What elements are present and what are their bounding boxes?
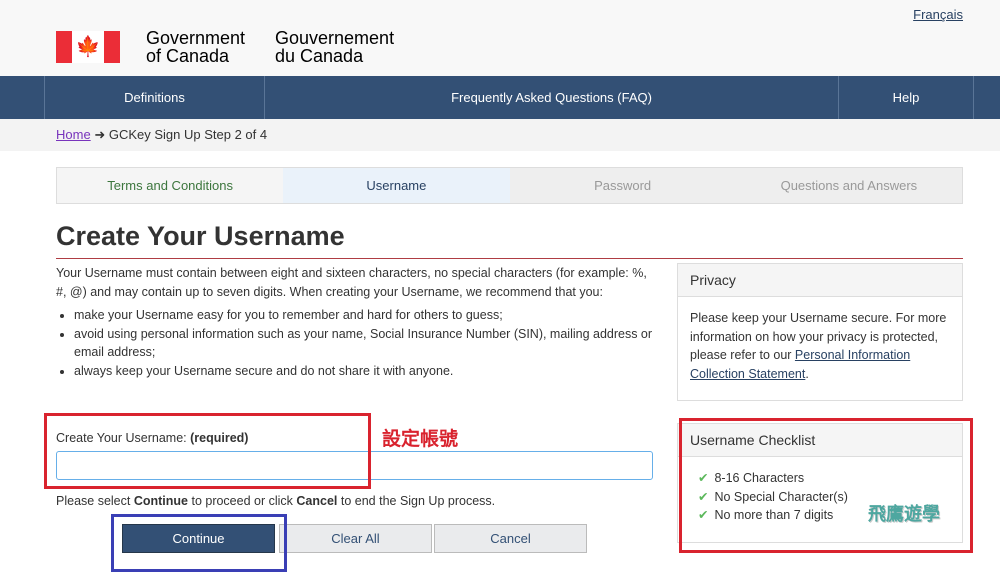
step-password: Password [594, 178, 652, 193]
annotation-box-red [44, 413, 371, 489]
instruction-note: Please select Continue to proceed or cli… [56, 494, 496, 508]
nav-help[interactable]: Help [838, 76, 974, 119]
privacy-heading: Privacy [678, 264, 962, 297]
breadcrumb-home[interactable]: Home [56, 127, 91, 142]
nav-faq[interactable]: Frequently Asked Questions (FAQ) [264, 76, 838, 119]
intro: Your Username must contain between eight… [56, 264, 656, 380]
cancel-button[interactable]: Cancel [434, 524, 587, 553]
list-item: avoid using personal information such as… [74, 325, 656, 362]
progress-steps: Terms and Conditions Username Password Q… [56, 167, 963, 204]
list-item: always keep your Username secure and do … [74, 362, 656, 381]
list-item: make your Username easy for you to remem… [74, 306, 656, 325]
page-title: Create Your Username [56, 221, 963, 259]
privacy-panel: Privacy Please keep your Username secure… [677, 263, 963, 401]
step-username: Username [283, 168, 510, 203]
step-questions: Questions and Answers [780, 178, 918, 193]
breadcrumb-current: GCKey Sign Up Step 2 of 4 [108, 127, 268, 142]
arrow-icon: ➜ [94, 127, 106, 142]
clear-all-button[interactable]: Clear All [279, 524, 432, 553]
gov-en: Government of Canada [146, 28, 246, 66]
header: Français 🍁 Government of Canada Gouvernem… [0, 0, 1000, 76]
privacy-end: . [805, 366, 809, 381]
gov-fr: Gouvernement du Canada [275, 28, 395, 66]
annotation-box-red [679, 418, 973, 553]
annotation-text: 設定帳號 [382, 429, 459, 450]
watermark: 飛鷹遊學 [868, 504, 940, 524]
nav-definitions[interactable]: Definitions [44, 76, 264, 119]
intro-text: Your Username must contain between eight… [56, 266, 647, 299]
main-nav: Definitions Frequently Asked Questions (… [0, 76, 1000, 119]
step-terms: Terms and Conditions [57, 168, 284, 203]
language-link[interactable]: Français [913, 7, 963, 22]
canada-flag-icon: 🍁 [56, 31, 120, 63]
breadcrumb: Home ➜ GCKey Sign Up Step 2 of 4 [0, 119, 1000, 151]
annotation-box-blue [111, 514, 287, 572]
